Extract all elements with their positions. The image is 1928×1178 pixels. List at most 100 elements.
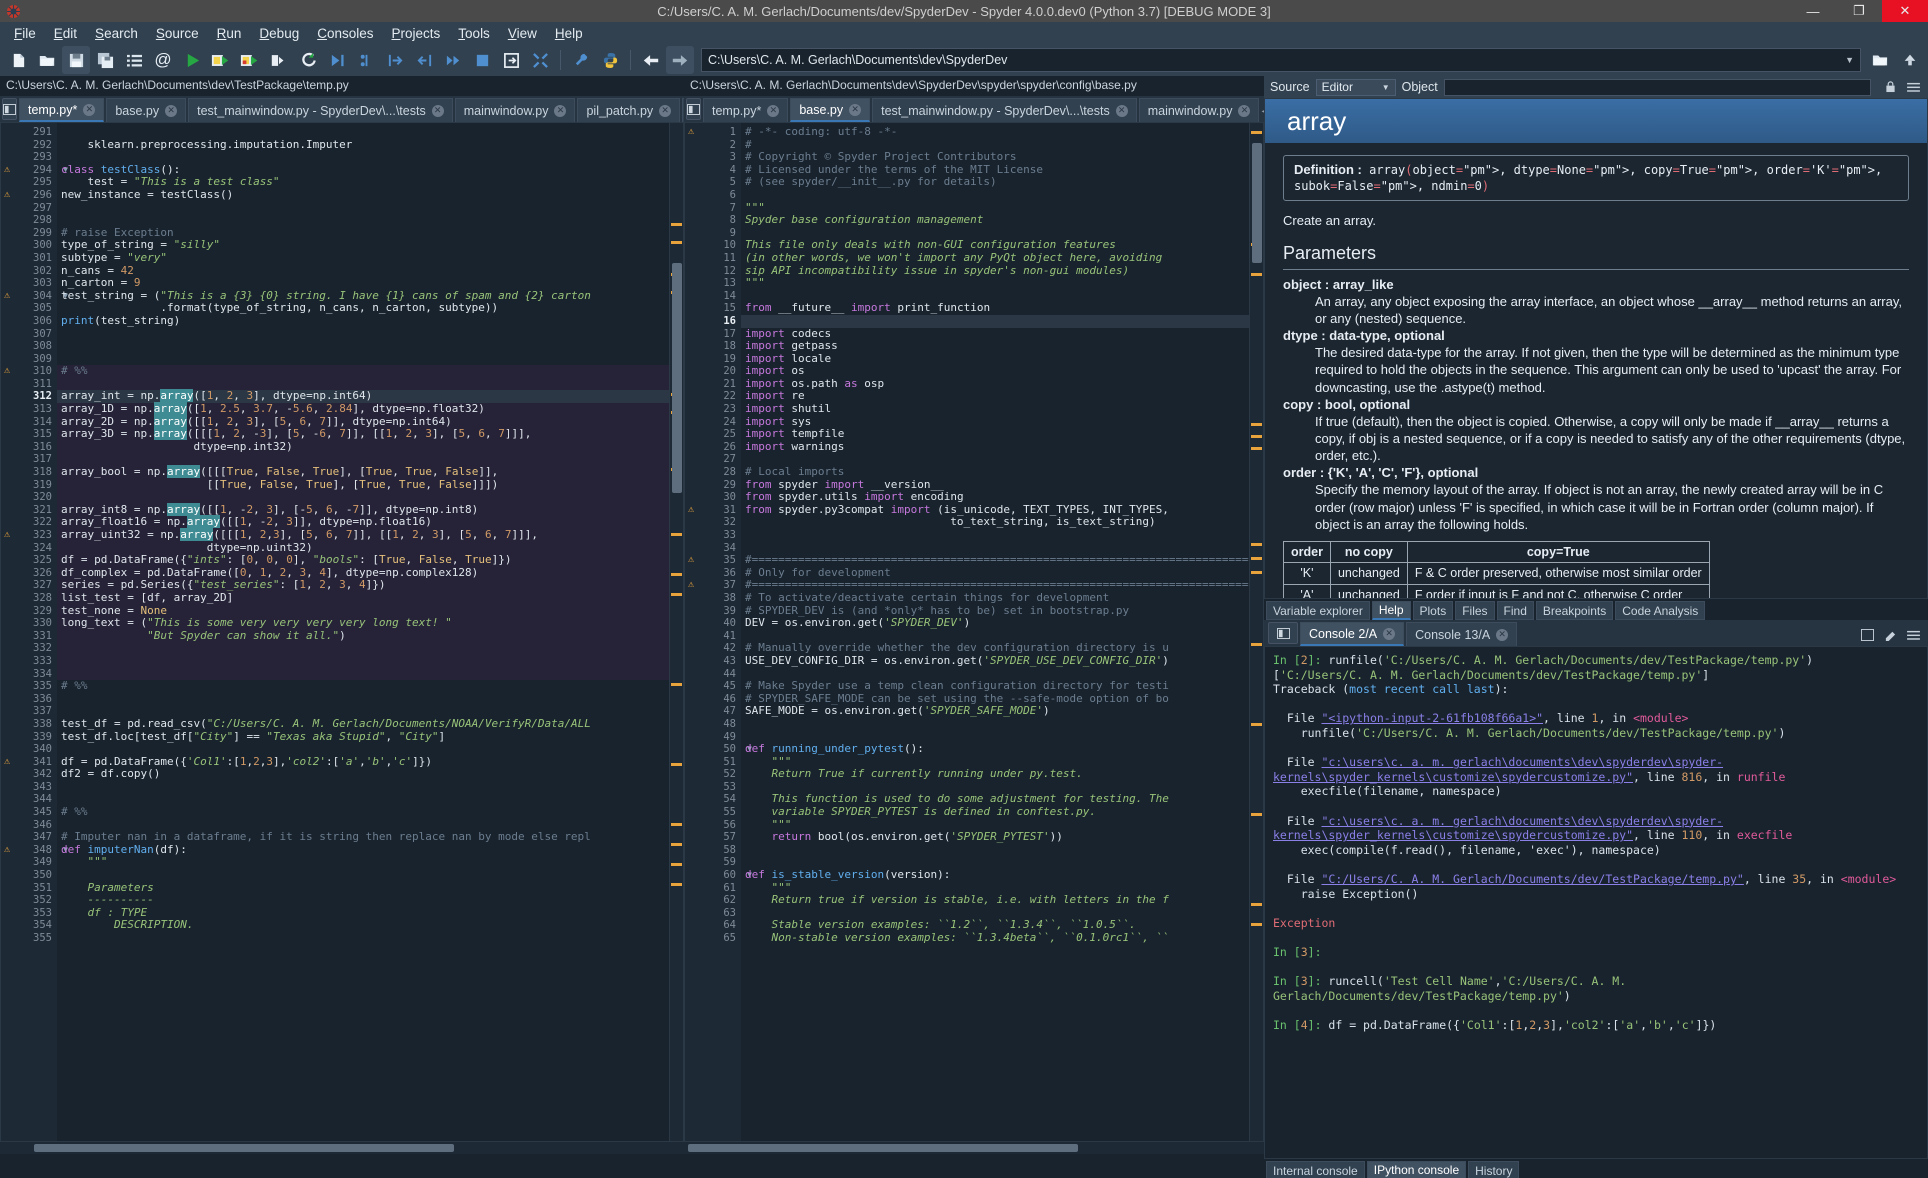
editor-left-code-line[interactable]: array_3D = np.array([[[1, 2, -3], [5, -6…	[57, 427, 669, 441]
console-tab-internal-console[interactable]: Internal console	[1266, 1161, 1365, 1178]
debug-exit-icon[interactable]	[497, 46, 525, 74]
help-source-select[interactable]: Editor ▼	[1315, 78, 1396, 96]
at-icon[interactable]: @	[149, 46, 177, 74]
editor-right-hscrollbar[interactable]	[684, 1142, 1264, 1154]
editor-right-code-line[interactable]: import locale	[741, 352, 1249, 366]
editor-left-code-line[interactable]: subtype = "very"	[57, 251, 669, 265]
editor-left-code-line[interactable]: n_cans = 42	[57, 264, 669, 278]
help-options-menu-icon[interactable]	[1904, 78, 1922, 96]
editor-left-code-line[interactable]	[57, 328, 669, 341]
close-icon[interactable]: ✕	[165, 104, 178, 117]
editor-right-tab[interactable]: test_mainwindow.py - SpyderDev\...\tests…	[872, 98, 1137, 122]
run-cell-advance-icon[interactable]	[236, 46, 264, 74]
editor-right-code-line[interactable]: to_text_string, is_text_string)	[741, 516, 1249, 529]
menu-item-source[interactable]: Source	[148, 24, 207, 43]
close-icon[interactable]: ✕	[1496, 628, 1509, 641]
browse-directory-icon[interactable]	[1866, 46, 1894, 74]
editor-right-source[interactable]: # -*- coding: utf-8 -*- # # Copyright © Sp…	[741, 123, 1249, 1141]
close-icon[interactable]: ✕	[849, 103, 862, 116]
editor-left-code-line[interactable]: # %%	[57, 679, 669, 693]
close-icon[interactable]: ✕	[431, 104, 444, 117]
warning-icon[interactable]: ⚠	[4, 164, 10, 177]
warning-icon[interactable]: ⚠	[4, 365, 10, 378]
warning-icon[interactable]: ⚠	[4, 529, 10, 542]
warning-icon[interactable]: ⚠	[688, 554, 694, 567]
browse-tabs-button-right[interactable]	[686, 98, 701, 120]
editor-right-code-line[interactable]: # -*- coding: utf-8 -*-	[741, 125, 1249, 139]
warning-icon[interactable]: ⚠	[4, 290, 10, 303]
panel-tab-code-analysis[interactable]: Code Analysis	[1615, 601, 1706, 620]
close-icon[interactable]: ✕	[1238, 104, 1251, 117]
run-selection-icon[interactable]	[265, 46, 293, 74]
editor-right-code-line[interactable]: DEV = os.environ.get('SPYDER_DEV')	[741, 616, 1249, 630]
warning-icon[interactable]: ⚠	[4, 756, 10, 769]
editor-left-code-line[interactable]	[57, 743, 669, 756]
editor-left-code-line[interactable]	[57, 781, 669, 794]
editor-left-tab[interactable]: mainwindow.py ✕	[454, 98, 576, 122]
editor-left-code-line[interactable]: [[True, False, True], [True, True, False…	[57, 478, 669, 492]
editor-right-code-line[interactable]: Non-stable version examples: ``1.3.4beta…	[741, 931, 1249, 945]
panel-tab-breakpoints[interactable]: Breakpoints	[1535, 601, 1614, 620]
debug-step-icon[interactable]	[352, 46, 380, 74]
close-icon[interactable]: ✕	[1383, 627, 1396, 640]
maximize-pane-icon[interactable]	[526, 46, 554, 74]
editor-left-tab[interactable]: pil_patch.py ✕	[577, 98, 681, 122]
debug-icon[interactable]	[323, 46, 351, 74]
warning-icon[interactable]: ⚠	[4, 189, 10, 202]
console-output[interactable]: In [2]: runfile('C:/Users/C. A. M. Gerla…	[1264, 646, 1928, 1159]
editor-right-code-line[interactable]: import shutil	[741, 402, 1249, 416]
menu-item-projects[interactable]: Projects	[384, 24, 449, 43]
editor-left-code-line[interactable]: # %%	[57, 364, 669, 378]
menu-item-debug[interactable]: Debug	[251, 24, 307, 43]
editor-right-code-line[interactable]: from __future__ import print_function	[741, 302, 1249, 315]
menu-item-tools[interactable]: Tools	[450, 24, 498, 43]
editor-left-code-line[interactable]	[57, 654, 669, 668]
editor-left-code-line[interactable]	[57, 793, 669, 806]
editor-right-code-line[interactable]: from spyder.utils import encoding	[741, 490, 1249, 504]
editor-right-code-line[interactable]: variable SPYDER_PYTEST is defined in con…	[741, 805, 1249, 819]
maximize-button[interactable]: ❐	[1836, 0, 1882, 22]
editor-left-code-line[interactable]	[57, 932, 669, 945]
editor-right-code-line[interactable]: import getpass	[741, 339, 1249, 353]
editor-right-code-area[interactable]: ⚠ 1 2 3 4 5 6 7 8 9 10 11 12 13 14 15 16 17 18 19 20 21 22 23 24…	[684, 122, 1264, 1142]
editor-left-tab[interactable]: temp.py* ✕	[19, 98, 105, 122]
run-cell-icon[interactable]	[207, 46, 235, 74]
editor-left-code-line[interactable]: # %%	[57, 805, 669, 819]
run-file-icon[interactable]	[178, 46, 206, 74]
editor-left-code-line[interactable]: array_uint32 = np.array([[[1, 2,3], [5, …	[57, 528, 669, 542]
forward-icon[interactable]	[666, 46, 694, 74]
panel-tab-plots[interactable]: Plots	[1412, 601, 1454, 620]
rerun-icon[interactable]	[294, 46, 322, 74]
editor-right-code-line[interactable]: SAFE_MODE = os.environ.get('SPYDER_SAFE_…	[741, 705, 1249, 718]
editor-left-code-line[interactable]: print(test_string)	[57, 314, 669, 328]
console-tab-ipython-console[interactable]: IPython console	[1366, 1161, 1467, 1178]
editor-left-vscrollbar[interactable]	[669, 123, 683, 1141]
open-file-icon[interactable]	[33, 46, 61, 74]
editor-right-code-line[interactable]	[741, 189, 1249, 202]
warning-icon[interactable]: ⚠	[688, 504, 694, 517]
editor-right-code-line[interactable]	[741, 718, 1249, 731]
editor-left-tab[interactable]: base.py ✕	[106, 98, 187, 122]
editor-right-code-line[interactable]	[741, 529, 1249, 542]
editor-right-tab[interactable]: mainwindow.py ✕	[1138, 98, 1260, 122]
editor-right-code-line[interactable]: import tempfile	[741, 427, 1249, 441]
menu-item-edit[interactable]: Edit	[46, 24, 85, 43]
file-switcher-icon[interactable]	[120, 46, 148, 74]
close-icon[interactable]: ✕	[659, 104, 672, 117]
editor-left-code-line[interactable]: def imputerNan(df):	[57, 843, 669, 857]
save-all-icon[interactable]	[91, 46, 119, 74]
menu-item-consoles[interactable]: Consoles	[309, 24, 381, 43]
editor-left-code-line[interactable]: DESCRIPTION.	[57, 919, 669, 932]
preferences-icon[interactable]	[567, 46, 595, 74]
editor-right-code-line[interactable]: import warnings	[741, 440, 1249, 454]
editor-right-tab[interactable]: base.py ✕	[790, 98, 871, 122]
chevron-down-icon[interactable]: ▼	[1845, 55, 1854, 65]
editor-left-code-line[interactable]	[57, 202, 669, 215]
back-icon[interactable]	[637, 46, 665, 74]
menu-item-run[interactable]: Run	[209, 24, 250, 43]
editor-left-code-area[interactable]: 291 292 293 ⚠ 294 ▼ 295 ⚠ 296 297 298 299 300 301 302 3…	[0, 122, 684, 1142]
lock-icon[interactable]	[1881, 78, 1899, 96]
debug-continue-icon[interactable]	[439, 46, 467, 74]
editor-right-code-line[interactable]: """	[741, 276, 1249, 290]
editor-left-code-line[interactable]	[57, 667, 669, 681]
